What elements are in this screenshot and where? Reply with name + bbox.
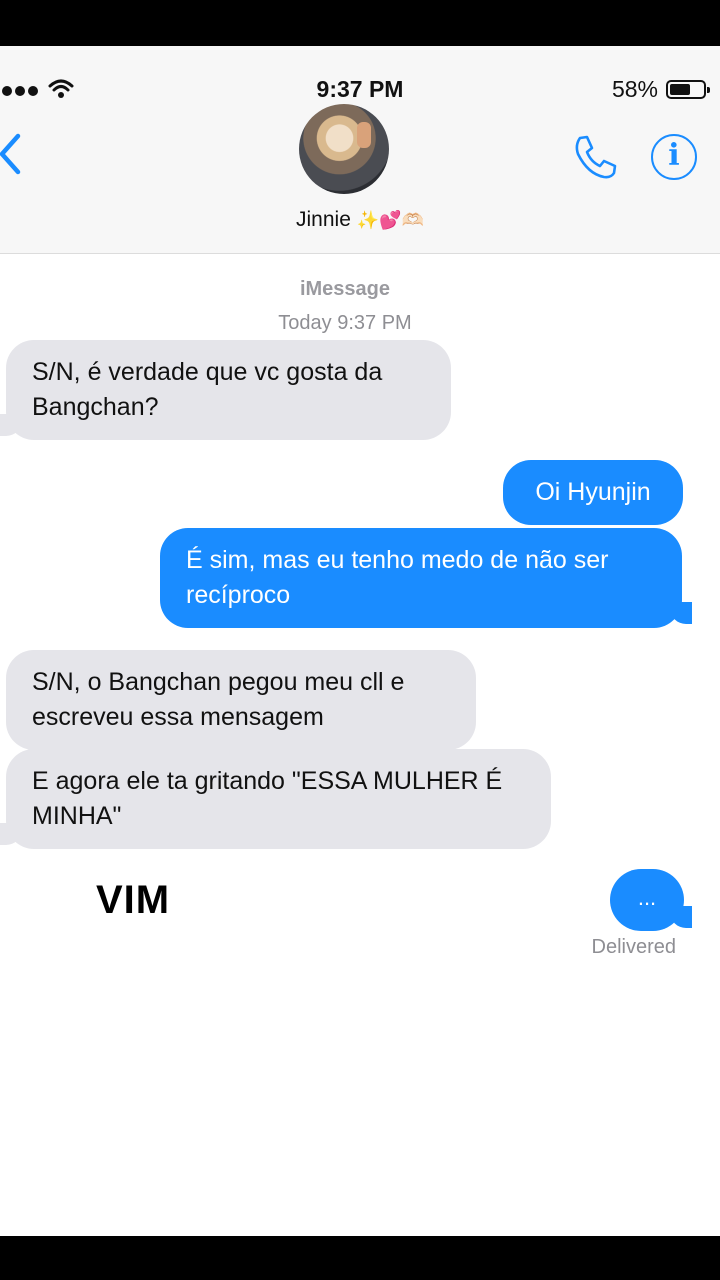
overlay-caption: VIM xyxy=(96,878,171,922)
message-bubble-incoming[interactable]: S/N, o Bangchan pegou meu cll e escreveu… xyxy=(6,650,476,750)
back-chevron-icon[interactable] xyxy=(0,132,30,176)
letterbox-top xyxy=(0,0,720,46)
message-bubble-outgoing[interactable]: Oi Hyunjin xyxy=(503,460,683,525)
contact-name-text: Jinnie xyxy=(296,208,351,231)
delivery-status: Delivered xyxy=(591,936,676,958)
conversation-timestamp: Today 9:37 PM xyxy=(0,312,690,335)
info-icon[interactable]: i xyxy=(651,134,697,180)
service-label: iMessage xyxy=(299,278,391,300)
messages-screen: 9:37 PM 58% Jinnie ✨💕🫶🏻 i iMessage Today… xyxy=(0,46,720,1236)
message-bubble-outgoing[interactable]: É sim, mas eu tenho medo de não ser recí… xyxy=(160,528,682,628)
status-bar: 9:37 PM 58% xyxy=(0,74,720,108)
message-bubble-incoming[interactable]: S/N, é verdade que vc gosta da Bangchan? xyxy=(6,340,451,440)
letterbox-bottom xyxy=(0,1236,720,1280)
timestamp-time: 9:37 PM xyxy=(337,312,412,334)
contact-avatar[interactable] xyxy=(299,104,389,194)
contact-name[interactable]: Jinnie ✨💕🫶🏻 xyxy=(0,208,720,232)
message-bubble-incoming[interactable]: E agora ele ta gritando "ESSA MULHER É M… xyxy=(6,749,551,849)
bubble-tail xyxy=(670,602,692,624)
conversation-header: 9:37 PM 58% Jinnie ✨💕🫶🏻 i xyxy=(0,46,720,254)
battery-icon xyxy=(666,80,710,99)
contact-name-emojis: ✨💕🫶🏻 xyxy=(356,210,424,230)
battery-percentage: 58% xyxy=(611,76,658,102)
timestamp-day: Today xyxy=(278,312,332,334)
phone-icon[interactable] xyxy=(570,132,620,182)
bubble-tail xyxy=(670,906,692,928)
